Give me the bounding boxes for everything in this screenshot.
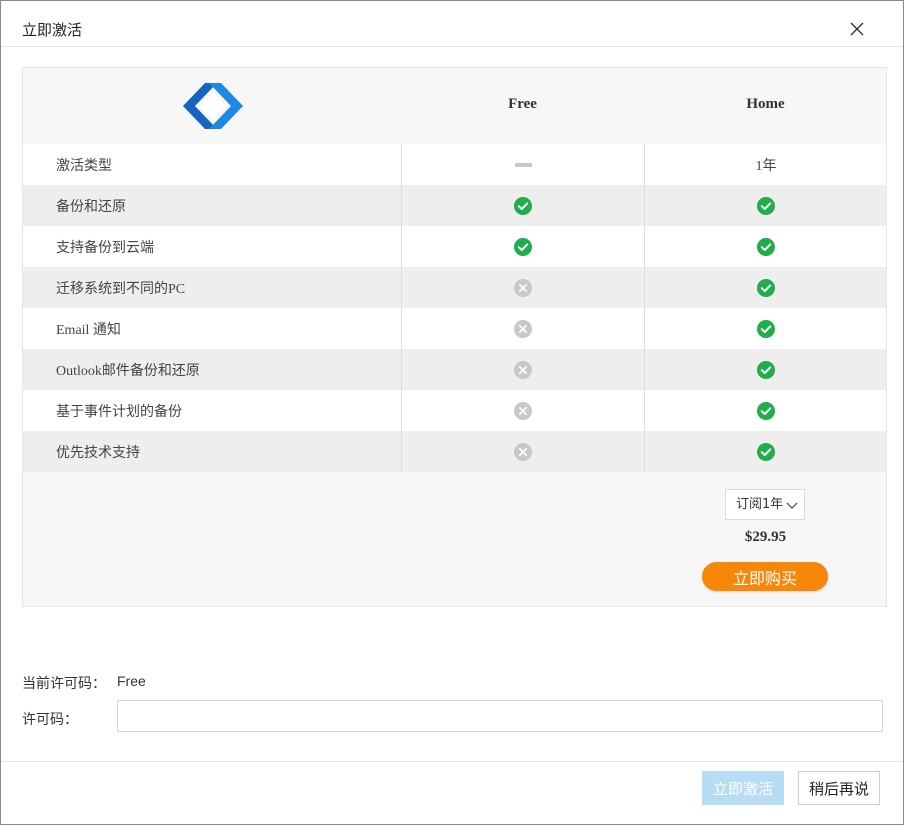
feature-label: 备份和还原: [56, 200, 126, 215]
column-header-free: Free: [508, 96, 537, 112]
title-bar: 立即激活: [1, 1, 903, 47]
table-row: 优先技术支持: [23, 431, 886, 472]
subscription-select-value: 订阅1年: [736, 497, 784, 512]
feature-label: Outlook邮件备份和还原: [56, 364, 200, 379]
table-header: Free Home: [23, 68, 886, 144]
buy-now-button[interactable]: 立即购买: [702, 562, 828, 591]
dialog-title: 立即激活: [22, 21, 83, 39]
activation-dialog: 立即激活 Free Home 激活类型 1年备份和还原支持备份到云端迁移系统到不同…: [0, 0, 904, 825]
home-check-icon: [644, 267, 887, 308]
free-cross-icon: [401, 308, 644, 349]
free-check-icon: [401, 226, 644, 267]
table-row: 基于事件计划的备份: [23, 390, 886, 431]
home-check-icon: [644, 349, 887, 390]
free-cross-icon: [401, 267, 644, 308]
home-activation-type: 1年: [644, 144, 887, 185]
subscription-select[interactable]: 订阅1年: [725, 489, 805, 520]
table-row: 支持备份到云端: [23, 226, 886, 267]
activate-button[interactable]: 立即激活: [702, 771, 784, 805]
home-check-icon: [644, 431, 887, 472]
current-license-label: 当前许可码：: [22, 676, 106, 692]
feature-label: 迁移系统到不同的PC: [56, 282, 186, 297]
free-cross-icon: [401, 349, 644, 390]
free-check-icon: [401, 185, 644, 226]
feature-label: 基于事件计划的备份: [56, 405, 182, 420]
table-row: 备份和还原: [23, 185, 886, 226]
free-cross-icon: [401, 390, 644, 431]
table-row: 迁移系统到不同的PC: [23, 267, 886, 308]
current-license-value: Free: [117, 673, 146, 689]
home-check-icon: [644, 185, 887, 226]
feature-label: 优先技术支持: [56, 446, 140, 461]
chevron-down-icon: [786, 502, 798, 509]
free-cross-icon: [401, 431, 644, 472]
home-check-icon: [644, 308, 887, 349]
home-check-icon: [644, 390, 887, 431]
close-icon[interactable]: [847, 19, 867, 39]
feature-label: 支持备份到云端: [56, 241, 154, 256]
home-check-icon: [644, 226, 887, 267]
feature-label: 激活类型: [56, 159, 112, 174]
table-row: 激活类型 1年: [23, 144, 886, 185]
footer-divider: [1, 761, 903, 762]
license-code-label: 许可码：: [22, 712, 78, 728]
later-button[interactable]: 稍后再说: [798, 771, 880, 805]
column-header-home: Home: [746, 96, 785, 112]
price-label: $29.95: [744, 529, 787, 545]
license-code-input[interactable]: [117, 700, 883, 732]
brand-logo-icon: [183, 83, 243, 129]
table-row: Email 通知: [23, 308, 886, 349]
comparison-table: Free Home 激活类型 1年备份和还原支持备份到云端迁移系统到不同的PC Em…: [22, 67, 887, 607]
free-dash-icon: [401, 144, 644, 185]
feature-label: Email 通知: [56, 323, 121, 338]
table-row: Outlook邮件备份和还原: [23, 349, 886, 390]
